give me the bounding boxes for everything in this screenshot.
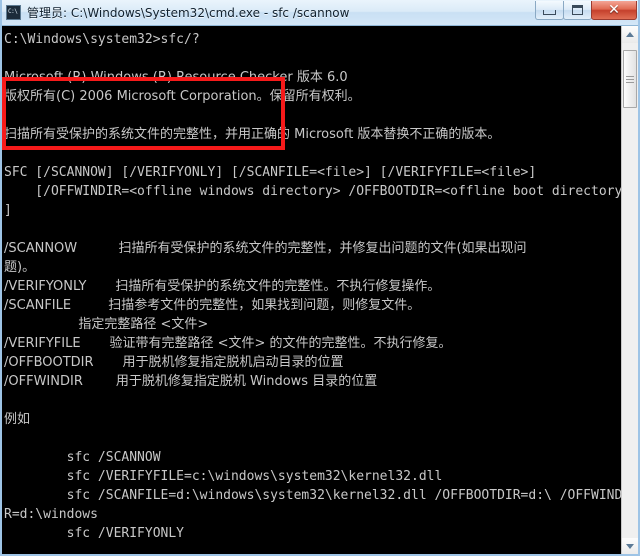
scroll-thumb[interactable] (623, 50, 637, 108)
console-line: /VERIFYFILE 验证带有完整路径 <文件> 的文件的完整性。不执行修复。 (4, 336, 452, 351)
window-controls: ✕ (535, 1, 637, 20)
console-line: /VERIFYONLY 扫描所有受保护的系统文件的完整性。不执行修复操作。 (4, 279, 441, 294)
close-button[interactable]: ✕ (591, 1, 637, 20)
minimize-button[interactable] (535, 1, 564, 20)
cmd-console-icon-text: C:\ (8, 8, 18, 15)
cmd-console-icon: C:\ (6, 5, 21, 20)
console-line: 例如 (4, 412, 31, 427)
console-line: /OFFWINDIR 用于脱机修复指定脱机 Windows 目录的位置 (4, 374, 378, 389)
console-line: R=d:\windows (4, 507, 98, 522)
console-line: [/OFFWINDIR=<offline windows directory> … (4, 184, 631, 199)
console-line: 题)。 (4, 260, 36, 275)
console-line: 指定完整路径 <文件> (4, 317, 209, 332)
window-title: 管理员: C:\Windows\System32\cmd.exe - sfc /… (27, 6, 350, 20)
console-line: sfc /VERIFYFILE=c:\windows\system32\kern… (4, 469, 443, 484)
console-line: Microsoft (R) Windows (R) Resource Check… (4, 70, 348, 85)
console-line: sfc /VERIFYONLY (4, 526, 185, 541)
console-line: /OFFBOOTDIR 用于脱机修复指定脱机启动目录的位置 (4, 355, 344, 370)
console-line: 版权所有(C) 2006 Microsoft Corporation。保留所有权… (4, 89, 361, 104)
console-line: 扫描所有受保护的系统文件的完整性，并用正确的 Microsoft 版本替换不正确… (4, 127, 501, 142)
console-line: /SCANNOW 扫描所有受保护的系统文件的完整性，并修复出问题的文件(如果出现… (4, 241, 527, 256)
chevron-down-icon (626, 544, 634, 549)
console-output: C:\Windows\system32>sfc/? Microsoft (R) … (2, 30, 631, 554)
console-line: ] (4, 203, 12, 218)
close-icon: ✕ (608, 2, 620, 18)
scroll-thumb-grip (626, 75, 634, 83)
scroll-up-arrow[interactable] (622, 26, 638, 43)
console-line: /SCANFILE 扫描参考文件的完整性，如果找到问题，则修复文件。 (4, 298, 421, 313)
maximize-button[interactable] (563, 1, 592, 20)
maximize-icon (572, 5, 583, 15)
console-line: sfc /SCANNOW (4, 450, 161, 465)
chevron-up-icon (626, 32, 634, 37)
console-scrollbar[interactable] (621, 26, 638, 554)
console-line: C:\Windows\system32>sfc/? (4, 32, 200, 47)
console-line: SFC [/SCANNOW] [/VERIFYONLY] [/SCANFILE=… (4, 165, 537, 180)
cmd-window: C:\ 管理员: C:\Windows\System32\cmd.exe - s… (0, 0, 640, 556)
scroll-down-arrow[interactable] (622, 538, 638, 554)
console-area[interactable]: C:\Windows\system32>sfc/? Microsoft (R) … (2, 26, 638, 554)
minimize-icon (543, 10, 556, 15)
console-line: sfc /SCANFILE=d:\windows\system32\kernel… (4, 488, 631, 503)
title-bar[interactable]: C:\ 管理员: C:\Windows\System32\cmd.exe - s… (2, 0, 638, 26)
